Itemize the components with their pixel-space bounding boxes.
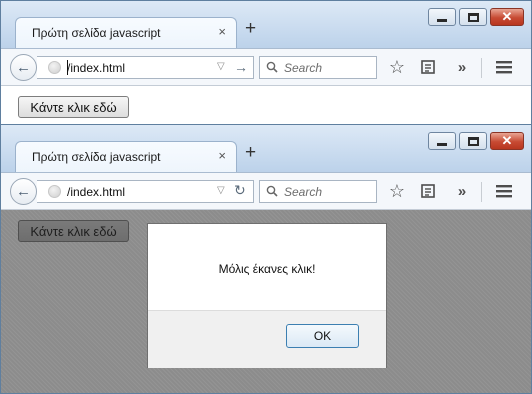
ok-button[interactable]: OK xyxy=(286,324,359,348)
hamburger-menu-icon[interactable] xyxy=(495,182,513,200)
url-bar[interactable]: /index.html ▽ ↻ xyxy=(37,180,254,203)
search-icon xyxy=(266,185,278,197)
back-button[interactable]: ← xyxy=(10,178,37,205)
title-bar: Πρώτη σελίδα javascript × + ✕ xyxy=(1,1,531,48)
search-box[interactable]: Search xyxy=(259,56,377,79)
go-arrow-icon[interactable]: → xyxy=(234,59,248,75)
minimize-icon xyxy=(437,142,447,146)
globe-icon xyxy=(48,61,61,74)
toolbar-separator xyxy=(481,58,482,78)
back-button[interactable]: ← xyxy=(10,54,37,81)
reload-icon[interactable]: ↻ xyxy=(234,182,246,199)
tab-close-icon[interactable]: × xyxy=(218,149,226,163)
close-icon: ✕ xyxy=(501,9,513,24)
tab-close-icon[interactable]: × xyxy=(218,25,226,39)
reading-list-icon[interactable] xyxy=(419,58,437,76)
url-bar[interactable]: /index.html ▽ → xyxy=(37,56,254,79)
new-tab-button[interactable]: + xyxy=(245,19,256,39)
alert-message: Μόλις έκανες κλικ! xyxy=(218,262,316,276)
hamburger-menu-icon[interactable] xyxy=(495,58,513,76)
reading-list-icon[interactable] xyxy=(419,182,437,200)
globe-icon xyxy=(48,185,61,198)
history-dropdown-icon[interactable]: ▽ xyxy=(217,185,225,196)
chevron-double-right-icon[interactable]: » xyxy=(453,58,471,76)
tab-title: Πρώτη σελίδα javascript xyxy=(32,150,161,164)
nav-toolbar: ← /index.html ▽ ↻ Search ☆ » xyxy=(1,172,531,210)
search-placeholder: Search xyxy=(284,61,323,75)
new-tab-button[interactable]: + xyxy=(245,143,256,163)
tab-title: Πρώτη σελίδα javascript xyxy=(32,26,161,40)
minimize-button[interactable] xyxy=(428,132,456,150)
page-content: Κάντε κλικ εδώ xyxy=(1,86,531,125)
maximize-button[interactable] xyxy=(459,132,487,150)
search-box[interactable]: Search xyxy=(259,180,377,203)
tab-active[interactable]: Πρώτη σελίδα javascript × xyxy=(15,17,237,48)
search-icon xyxy=(266,61,278,73)
close-window-button[interactable]: ✕ xyxy=(490,8,524,26)
minimize-icon xyxy=(437,18,447,22)
title-bar: Πρώτη σελίδα javascript × + ✕ xyxy=(1,125,531,172)
url-text: /index.html xyxy=(67,61,126,75)
tab-active[interactable]: Πρώτη σελίδα javascript × xyxy=(15,141,237,172)
star-icon[interactable]: ☆ xyxy=(388,57,406,77)
browser-window-top: Πρώτη σελίδα javascript × + ✕ ← /index.h… xyxy=(0,0,532,126)
page-content: Κάντε κλικ εδώ Μόλις έκανες κλικ! OK xyxy=(1,210,531,393)
close-icon: ✕ xyxy=(501,133,513,148)
chevron-double-right-icon[interactable]: » xyxy=(453,182,471,200)
click-here-button[interactable]: Κάντε κλικ εδώ xyxy=(18,96,129,118)
back-arrow-icon: ← xyxy=(16,59,31,76)
maximize-button[interactable] xyxy=(459,8,487,26)
alert-footer: OK xyxy=(148,310,386,368)
click-here-button: Κάντε κλικ εδώ xyxy=(18,220,129,242)
maximize-icon xyxy=(467,136,479,146)
nav-toolbar: ← /index.html ▽ → Search ☆ » xyxy=(1,48,531,86)
back-arrow-icon: ← xyxy=(16,183,31,200)
history-dropdown-icon[interactable]: ▽ xyxy=(217,61,225,72)
toolbar-separator xyxy=(481,182,482,202)
browser-window-bottom: Πρώτη σελίδα javascript × + ✕ ← /index.h… xyxy=(0,124,532,394)
maximize-icon xyxy=(467,12,479,22)
search-placeholder: Search xyxy=(284,185,323,199)
url-text: /index.html xyxy=(67,185,126,199)
alert-dialog: Μόλις έκανες κλικ! OK xyxy=(147,223,387,368)
close-window-button[interactable]: ✕ xyxy=(490,132,524,150)
star-icon[interactable]: ☆ xyxy=(388,181,406,201)
minimize-button[interactable] xyxy=(428,8,456,26)
